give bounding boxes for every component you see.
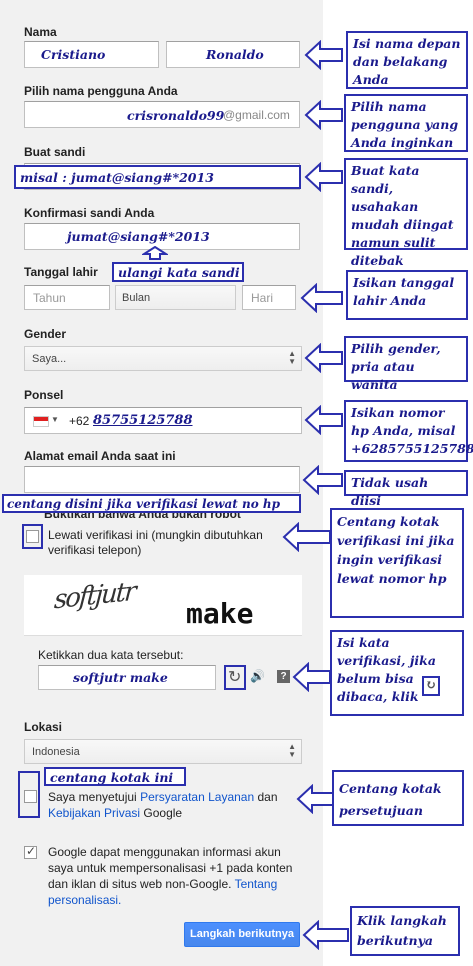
birth-day-placeholder: Hari [251, 291, 274, 305]
arrow-left-icon [302, 920, 349, 950]
gmail-suffix: @gmail.com [223, 108, 290, 122]
phone-label: Ponsel [24, 388, 64, 402]
note-name: Isi nama depan dan belakang Anda [346, 31, 468, 89]
arrow-left-icon [292, 662, 331, 692]
robot-heading-clip: Buktikan bahwa Anda bukan robot [44, 513, 254, 523]
captcha-value: softjutr make [73, 670, 168, 685]
speaker-icon[interactable]: 🔊 [250, 669, 265, 683]
terms-hint-text: centang kotak ini [50, 770, 174, 785]
phone-check-hint-box: centang disini jika verifikasi lewat no … [2, 494, 301, 513]
terms-hint-box: centang kotak ini [44, 767, 186, 786]
birth-year-placeholder: Tahun [33, 291, 66, 305]
refresh-icon[interactable]: ↻ [228, 667, 241, 687]
help-icon[interactable]: ? [277, 670, 290, 683]
terms-label: Saya menyetujui Persyaratan Layanan dan K… [48, 789, 298, 821]
arrow-left-icon [304, 40, 343, 70]
captcha-input[interactable]: softjutr make [38, 665, 216, 690]
skip-verification-label: Lewati verifikasi ini (mungkin dibutuhka… [48, 528, 263, 557]
refresh-icon: ↻ [422, 676, 440, 696]
note-birthdate: Isikan tanggal lahir Anda [346, 270, 468, 320]
captcha-word-1: softjutr [53, 576, 136, 616]
note-email: Tidak usah diisi [344, 470, 468, 508]
terms-post: Google [140, 806, 183, 820]
next-step-button[interactable]: Langkah berikutnya [184, 922, 300, 947]
terms-pre: Saya menyetujui [48, 790, 141, 804]
arrow-up-icon [142, 246, 168, 260]
privacy-link[interactable]: Kebijakan Privasi [48, 806, 140, 820]
gender-value: Saya... [32, 353, 67, 365]
arrow-left-icon [304, 162, 343, 192]
note-captcha: Isi kata verifikasi, jika belum bisa dib… [330, 630, 464, 716]
first-name-value: Cristiano [41, 47, 106, 62]
arrow-left-icon [304, 100, 343, 130]
current-email-input[interactable] [24, 466, 300, 493]
chevron-down-icon[interactable]: ▼ [51, 415, 59, 424]
arrow-left-icon [302, 465, 343, 495]
chevron-down-icon: ▲ ▼ [288, 349, 296, 366]
terms-checkbox[interactable] [24, 790, 37, 803]
location-value: Indonesia [32, 746, 80, 758]
gender-select[interactable]: Saya... ▲ ▼ [24, 346, 302, 371]
personalize-checkbox[interactable]: ✓ [24, 844, 37, 859]
flag-indonesia-icon[interactable] [33, 416, 49, 427]
username-label: Pilih nama pengguna Anda [24, 84, 178, 98]
confirm-hint-box: ulangi kata sandi [112, 262, 244, 282]
name-label: Nama [24, 25, 57, 39]
note-gender: Pilih gender, pria atau wanita [344, 336, 468, 392]
personalize-label: Google dapat menggunakan informasi akun … [48, 844, 298, 908]
username-input[interactable]: crisronaldo99 @gmail.com [24, 101, 300, 128]
note-skip-verification: Centang kotak verifikasi ini jika ingin … [330, 508, 464, 618]
birth-month-value: Bulan [122, 292, 151, 304]
password-label: Buat sandi [24, 145, 86, 159]
birthdate-label: Tanggal lahir [24, 265, 98, 279]
note-next: Klik langkah berikutnya [350, 906, 460, 956]
arrow-left-icon [296, 784, 335, 814]
arrow-left-icon [304, 343, 343, 373]
captcha-prompt: Ketikkan dua kata tersebut: [38, 648, 184, 662]
tos-link[interactable]: Persyaratan Layanan [140, 790, 254, 804]
gender-label: Gender [24, 327, 67, 341]
phone-check-hint-text: centang disini jika verifikasi lewat no … [7, 497, 281, 511]
birth-day-input[interactable]: Hari [242, 285, 296, 310]
username-value: crisronaldo99 [127, 108, 225, 123]
confirm-hint-text: ulangi kata sandi [118, 265, 240, 280]
first-name-input[interactable]: Cristiano [24, 41, 159, 68]
last-name-value: Ronaldo [206, 47, 264, 62]
password-value: misal : jumat@siang#*2013 [20, 170, 214, 185]
note-password: Buat kata sandi, usahakan mudah diingat … [344, 158, 468, 268]
captcha-word-2: make [186, 597, 254, 630]
captcha-image: softjutr make [24, 575, 302, 635]
phone-input[interactable]: ▼ +62 85755125788 [24, 407, 302, 434]
checkbox-icon: ✓ [26, 844, 37, 858]
last-name-input[interactable]: Ronaldo [166, 41, 300, 68]
phone-code: +62 [69, 414, 90, 428]
confirm-password-value: jumat@siang#*2013 [67, 229, 210, 244]
location-select[interactable]: Indonesia ▲ ▼ [24, 739, 302, 764]
chevron-down-icon: ▲ ▼ [288, 742, 296, 759]
confirm-password-label: Konfirmasi sandi Anda [24, 206, 155, 220]
arrow-left-icon [304, 405, 343, 435]
arrow-left-icon [282, 522, 331, 552]
terms-mid: dan [254, 790, 278, 804]
birth-year-input[interactable]: Tahun [24, 285, 110, 310]
email-label: Alamat email Anda saat ini [24, 449, 176, 463]
birth-month-select[interactable]: Bulan [115, 285, 236, 310]
skip-verification-checkbox[interactable] [26, 530, 39, 543]
password-annotation-box: misal : jumat@siang#*2013 [14, 165, 301, 189]
phone-number-value: 85755125788 [93, 413, 193, 428]
robot-heading: Buktikan bahwa Anda bukan robot [44, 513, 241, 521]
note-terms: Centang kotak persetujuan [332, 770, 464, 826]
location-label: Lokasi [24, 720, 63, 734]
note-username: Pilih nama pengguna yang Anda inginkan [344, 94, 468, 152]
note-phone: Isikan nomor hp Anda, misal +62857551257… [344, 400, 473, 462]
arrow-left-icon [300, 283, 343, 313]
